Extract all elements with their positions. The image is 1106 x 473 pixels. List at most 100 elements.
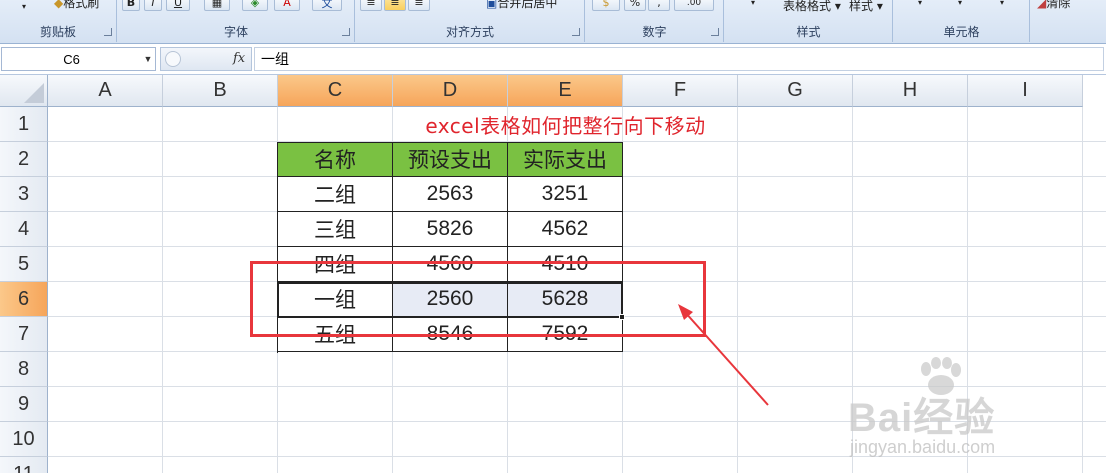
row-header-4[interactable]: 4 [0, 212, 48, 247]
row-header-3[interactable]: 3 [0, 177, 48, 212]
name-box-value: C6 [63, 51, 80, 67]
paste-dropdown-icon[interactable]: ▾ [22, 2, 26, 11]
table-header-cell[interactable]: 实际支出 [508, 142, 623, 177]
paint-bucket-icon: ◈ [250, 0, 260, 9]
column-header-b[interactable]: B [163, 75, 278, 107]
currency-button[interactable]: $ [592, 0, 620, 11]
column-header-h[interactable]: H [853, 75, 968, 107]
table-cell[interactable]: 8546 [393, 317, 508, 352]
row-header-2[interactable]: 2 [0, 142, 48, 177]
fill-color-button[interactable]: ◈ [242, 0, 268, 11]
align-center-icon: ≡ [390, 0, 400, 9]
dialog-launcher-icon[interactable] [104, 28, 112, 36]
name-box[interactable]: C6 ▼ [1, 47, 156, 71]
insert-dropdown-icon[interactable]: ▾ [918, 0, 922, 7]
ribbon-group-label: 对齐方式 [445, 25, 494, 39]
ribbon: ◆格式刷 ▾ 剪贴板 B I U ▦ ◈ A 文 字体 ≡ ≡ ≡ ▣合并后居中 [0, 0, 1106, 44]
cell-styles-button[interactable]: 样式 ▾ [849, 0, 883, 14]
font-color-button[interactable]: A [274, 0, 300, 11]
ribbon-group-font: B I U ▦ ◈ A 文 字体 [118, 0, 355, 42]
column-header-c[interactable]: C [278, 75, 393, 107]
worksheet: ABCDEFGHI 1234567891011 excel表格如何把整行向下移动… [0, 75, 1106, 473]
align-left-button[interactable]: ≡ [360, 0, 382, 11]
cond-format-dropdown-icon[interactable]: ▾ [751, 0, 755, 7]
column-header-i[interactable]: I [968, 75, 1083, 107]
ribbon-group-styles: ▾ 表格格式 ▾ 样式 ▾ 样式 [725, 0, 893, 42]
ribbon-group-label: 样式 [796, 25, 821, 39]
italic-button[interactable]: I [144, 0, 162, 11]
delete-dropdown-icon[interactable]: ▾ [958, 0, 962, 7]
formula-bar: C6 ▼ fx 一组 [0, 44, 1106, 75]
table-cell[interactable]: 2563 [393, 177, 508, 212]
table-cell[interactable]: 一组 [278, 282, 393, 317]
ribbon-group-label: 字体 [223, 25, 248, 39]
row-header-7[interactable]: 7 [0, 317, 48, 352]
ribbon-group-cells: ▾ ▾ ▾ 单元格 [894, 0, 1030, 42]
bold-button[interactable]: B [122, 0, 140, 11]
row-header-8[interactable]: 8 [0, 352, 48, 387]
table-cell[interactable]: 5826 [393, 212, 508, 247]
format-dropdown-icon[interactable]: ▾ [1000, 0, 1004, 7]
sheet-title[interactable]: excel表格如何把整行向下移动 [278, 107, 853, 142]
table-cell[interactable]: 4562 [508, 212, 623, 247]
ribbon-group-editing: ◢清除 [1031, 0, 1106, 42]
decimal-button[interactable]: .00 [674, 0, 714, 11]
column-header-d[interactable]: D [393, 75, 508, 107]
align-left-icon: ≡ [366, 0, 376, 9]
table-cell[interactable]: 五组 [278, 317, 393, 352]
table-cell[interactable]: 三组 [278, 212, 393, 247]
borders-button[interactable]: ▦ [204, 0, 230, 11]
column-header-e[interactable]: E [508, 75, 623, 107]
formula-bar-controls: fx [160, 47, 252, 71]
merge-center-button[interactable]: ▣合并后居中 [486, 0, 557, 11]
clear-button[interactable]: ◢清除 [1037, 0, 1070, 11]
dialog-launcher-icon[interactable] [342, 28, 350, 36]
border-icon: ▦ [211, 0, 223, 9]
brush-icon: ◆ [54, 0, 64, 10]
ribbon-group-number: $ % , .00 数字 [586, 0, 724, 42]
row-header-10[interactable]: 10 [0, 422, 48, 457]
dialog-launcher-icon[interactable] [572, 28, 580, 36]
eraser-icon: ◢ [1037, 0, 1047, 10]
column-header-f[interactable]: F [623, 75, 738, 107]
table-header-cell[interactable]: 预设支出 [393, 142, 508, 177]
table-cell[interactable]: 7592 [508, 317, 623, 352]
row-header-6[interactable]: 6 [0, 282, 48, 317]
currency-icon: $ [602, 0, 610, 9]
formula-input[interactable]: 一组 [254, 47, 1104, 71]
chevron-down-icon[interactable]: ▼ [141, 54, 155, 64]
dialog-launcher-icon[interactable] [711, 28, 719, 36]
ribbon-group-label: 数字 [642, 25, 667, 39]
table-cell[interactable]: 4560 [393, 247, 508, 282]
splitter-handle-icon[interactable] [165, 51, 181, 67]
merge-icon: ▣ [486, 0, 498, 10]
row-header-5[interactable]: 5 [0, 247, 48, 282]
underline-button[interactable]: U [166, 0, 190, 11]
column-header-g[interactable]: G [738, 75, 853, 107]
ribbon-group-alignment: ≡ ≡ ≡ ▣合并后居中 对齐方式 [356, 0, 585, 42]
phonetic-button[interactable]: 文 [312, 0, 342, 11]
ribbon-group-label: 单元格 [943, 25, 980, 39]
row-header-11[interactable]: 11 [0, 457, 48, 473]
format-as-table-button[interactable]: 表格格式 ▾ [783, 0, 841, 14]
select-all-button[interactable] [0, 75, 48, 107]
ribbon-group-clipboard: ◆格式刷 ▾ 剪贴板 [0, 0, 117, 42]
column-header-a[interactable]: A [48, 75, 163, 107]
ribbon-group-label: 剪贴板 [39, 25, 76, 39]
table-cell[interactable]: 2560 [393, 282, 508, 317]
insert-function-button[interactable]: fx [233, 51, 245, 66]
row-header-9[interactable]: 9 [0, 387, 48, 422]
table-cell[interactable]: 二组 [278, 177, 393, 212]
table-cell[interactable]: 4510 [508, 247, 623, 282]
table-header-cell[interactable]: 名称 [278, 142, 393, 177]
comma-button[interactable]: , [648, 0, 670, 11]
table-cell[interactable]: 四组 [278, 247, 393, 282]
table-cell[interactable]: 3251 [508, 177, 623, 212]
table-cell[interactable]: 5628 [508, 282, 623, 317]
align-right-icon: ≡ [414, 0, 424, 9]
format-painter-button[interactable]: ◆格式刷 [54, 0, 99, 11]
row-header-1[interactable]: 1 [0, 107, 48, 142]
align-right-button[interactable]: ≡ [408, 0, 430, 11]
align-center-button[interactable]: ≡ [384, 0, 406, 11]
percent-button[interactable]: % [624, 0, 646, 11]
